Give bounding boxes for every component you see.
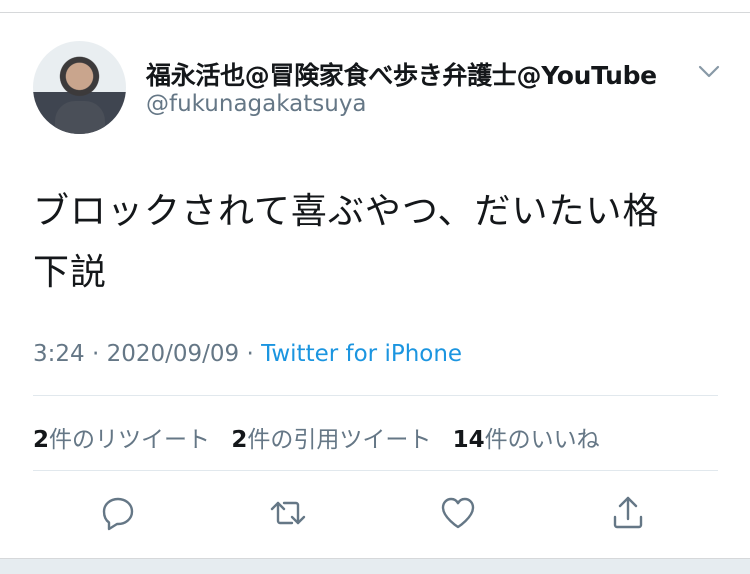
retweets-label: 件のリツイート xyxy=(49,427,211,453)
tweet-source-link[interactable]: Twitter for iPhone xyxy=(261,341,462,367)
bottom-bar xyxy=(0,558,750,574)
retweets-stat[interactable]: 2件のリツイート xyxy=(33,427,210,453)
quotes-stat[interactable]: 2件の引用ツイート xyxy=(231,427,431,453)
retweets-count: 2 xyxy=(33,427,50,453)
tweet-date[interactable]: 2020/09/09 xyxy=(107,341,240,367)
likes-label: 件のいいね xyxy=(484,427,600,453)
quotes-label: 件の引用ツイート xyxy=(247,427,432,453)
tweet-text-line: 下説 xyxy=(33,252,108,293)
meta-separator: · xyxy=(91,341,100,367)
tweet-time[interactable]: 3:24 xyxy=(33,341,85,367)
tweet-text-line: ブロックされて喜ぶやつ、だいたい格 xyxy=(33,191,660,232)
retweet-icon[interactable] xyxy=(268,493,308,533)
heart-icon[interactable] xyxy=(438,493,478,533)
display-name[interactable]: 福永活也@冒険家食べ歩き弁護士@YouTube xyxy=(146,56,657,92)
likes-stat[interactable]: 14件のいいね xyxy=(453,427,600,453)
divider xyxy=(33,470,718,471)
quotes-count: 2 xyxy=(231,427,248,453)
tweet-meta: 3:24 · 2020/09/09 · Twitter for iPhone xyxy=(33,341,462,367)
likes-count: 14 xyxy=(452,427,485,453)
share-icon[interactable] xyxy=(608,493,648,533)
divider xyxy=(33,395,718,396)
reply-icon[interactable] xyxy=(98,493,138,533)
tweet-card: 福永活也@冒険家食べ歩き弁護士@YouTube @fukunagakatsuya… xyxy=(0,13,750,558)
tweet-text: ブロックされて喜ぶやつ、だいたい格 下説 xyxy=(33,181,713,303)
user-handle[interactable]: @fukunagakatsuya xyxy=(146,91,367,117)
chevron-down-icon[interactable] xyxy=(696,58,722,84)
meta-separator: · xyxy=(246,341,254,367)
tweet-stats: 2件のリツイート 2件の引用ツイート 14件のいいね xyxy=(33,420,614,454)
avatar[interactable] xyxy=(33,41,126,134)
